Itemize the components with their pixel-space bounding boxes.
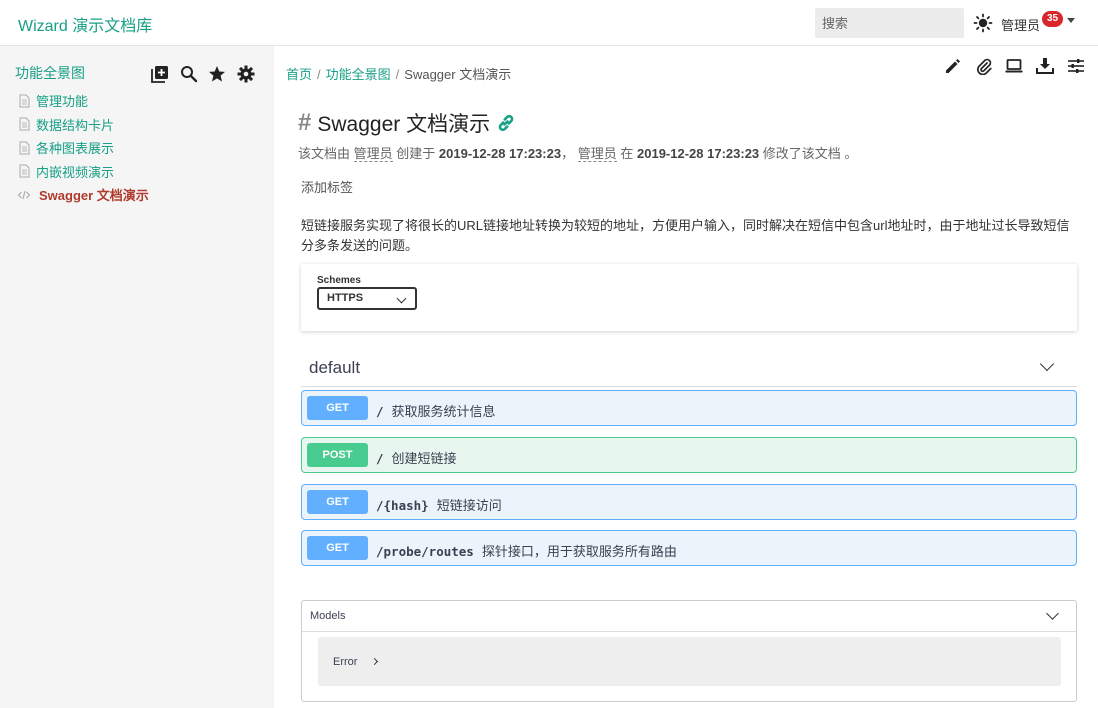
breadcrumb: 首页 / 功能全景图 / Swagger 文档演示: [286, 64, 511, 83]
breadcrumb-separator: /: [395, 67, 400, 82]
top-bar: Wizard 演示文档库 管理员 35: [0, 0, 1098, 46]
brand-title[interactable]: Wizard 演示文档库: [18, 12, 152, 36]
operation-get-root[interactable]: GET / 获取服务统计信息: [301, 390, 1077, 426]
creator-link[interactable]: 管理员: [353, 146, 393, 162]
present-icon[interactable]: [1005, 57, 1023, 75]
meta-text: 该文档由: [298, 146, 351, 161]
document-title: # Swagger 文档演示: [298, 108, 516, 138]
document-icon: [19, 141, 30, 155]
attachment-icon[interactable]: [975, 57, 993, 75]
search-icon[interactable]: [180, 65, 198, 83]
settings-sliders-icon[interactable]: [1067, 57, 1085, 75]
path-text: /{hash}: [376, 498, 429, 513]
meta-text: 修改了该文档 。: [762, 146, 858, 161]
breadcrumb-separator: /: [317, 67, 321, 82]
search-input[interactable]: [815, 8, 964, 38]
created-time: 2019-12-28 17:23:23: [438, 146, 562, 161]
path-text: /: [376, 451, 384, 466]
main-content: 首页 / 功能全景图 / Swagger 文档演示 # Swagger 文档演示: [274, 46, 1098, 708]
operation-get-probe-routes[interactable]: GET /probe/routes 探针接口，用于获取服务所有路由: [301, 530, 1077, 566]
user-dropdown-caret-icon[interactable]: [1067, 18, 1075, 23]
schemes-panel: Schemes HTTPS: [301, 264, 1077, 331]
operation-post-root[interactable]: POST / 创建短链接: [301, 437, 1077, 473]
path-text: /probe/routes: [376, 544, 474, 559]
sidebar-item-label: 数据结构卡片: [36, 117, 115, 133]
operation-summary: 探针接口，用于获取服务所有路由: [481, 544, 677, 559]
document-icon: [19, 117, 30, 131]
chevron-down-icon[interactable]: [1039, 356, 1055, 372]
method-badge: GET: [307, 396, 368, 420]
operation-path: /{hash} 短链接访问: [376, 495, 502, 514]
operation-summary: 创建短链接: [391, 451, 457, 466]
operation-summary: 获取服务统计信息: [391, 404, 496, 419]
method-badge: POST: [307, 443, 368, 467]
operation-tag-header[interactable]: default: [301, 349, 1077, 387]
add-tag-link[interactable]: 添加标签: [301, 177, 353, 196]
path-text: /: [376, 404, 384, 419]
heading-hash: #: [298, 109, 312, 136]
add-page-icon[interactable]: [151, 65, 169, 83]
sidebar-item-label: 内嵌视频演示: [36, 164, 115, 180]
sidebar-title[interactable]: 功能全景图: [15, 63, 85, 83]
user-menu[interactable]: 管理员: [1001, 15, 1040, 34]
sidebar: 功能全景图 管理功能 数据结构卡片 各种图表展示 内嵌视频演示 Swagger …: [0, 46, 274, 708]
sidebar-item-label: Swagger 文档演示: [39, 188, 149, 204]
tag-name: default: [309, 358, 361, 377]
document-icon: [19, 164, 30, 178]
chevron-right-icon[interactable]: [370, 657, 379, 666]
method-badge: GET: [307, 536, 368, 560]
sidebar-item-label: 管理功能: [36, 94, 89, 110]
gear-icon[interactable]: [237, 65, 255, 83]
models-header[interactable]: Models: [302, 601, 1076, 632]
breadcrumb-current: Swagger 文档演示: [404, 67, 512, 82]
document-description: 短链接服务实现了将很长的URL链接地址转换为较短的地址，方便用户输入，同时解决在…: [301, 218, 1070, 253]
schemes-selected-value: HTTPS: [327, 292, 364, 304]
modifier-link[interactable]: 管理员: [577, 146, 617, 162]
edit-icon[interactable]: [944, 57, 962, 75]
document-meta: 该文档由 管理员 创建于 2019-12-28 17:23:23， 管理员 在 …: [298, 143, 857, 162]
sidebar-item-video[interactable]: 内嵌视频演示: [17, 160, 149, 184]
models-section: Models Error: [301, 600, 1077, 702]
code-icon: [17, 190, 31, 199]
model-item-error[interactable]: Error: [318, 637, 1061, 686]
operation-path: / 获取服务统计信息: [376, 401, 496, 420]
operation-summary: 短链接访问: [436, 498, 502, 513]
download-icon[interactable]: [1036, 57, 1054, 75]
chevron-down-icon: [396, 293, 407, 304]
schemes-label: Schemes: [317, 275, 361, 286]
breadcrumb-parent[interactable]: 功能全景图: [326, 67, 391, 82]
method-badge: GET: [307, 490, 368, 514]
meta-text: ，: [561, 146, 575, 161]
document-title-text: Swagger 文档演示: [317, 113, 491, 136]
chevron-down-icon[interactable]: [1046, 607, 1059, 620]
document-icon: [19, 94, 30, 108]
operation-get-hash[interactable]: GET /{hash} 短链接访问: [301, 484, 1077, 520]
sidebar-item-manage[interactable]: 管理功能: [17, 89, 149, 113]
modified-time: 2019-12-28 17:23:23: [637, 146, 760, 161]
sidebar-item-charts[interactable]: 各种图表展示: [17, 136, 149, 160]
star-icon[interactable]: [208, 65, 226, 83]
theme-toggle-icon[interactable]: [973, 13, 993, 33]
sidebar-item-label: 各种图表展示: [36, 141, 115, 157]
breadcrumb-home[interactable]: 首页: [286, 67, 312, 82]
sidebar-doc-list: 管理功能 数据结构卡片 各种图表展示 内嵌视频演示 Swagger 文档演示: [17, 89, 149, 207]
meta-text: 创建于: [396, 146, 436, 161]
operation-path: / 创建短链接: [376, 448, 457, 467]
operation-path: /probe/routes 探针接口，用于获取服务所有路由: [376, 541, 677, 560]
sidebar-item-swagger[interactable]: Swagger 文档演示: [17, 183, 149, 207]
meta-text: 在: [620, 146, 634, 161]
models-title: Models: [310, 610, 346, 622]
sidebar-item-data-cards[interactable]: 数据结构卡片: [17, 113, 149, 137]
notification-badge[interactable]: 35: [1042, 11, 1064, 27]
link-icon[interactable]: [496, 113, 516, 133]
model-name: Error: [333, 656, 358, 668]
schemes-select[interactable]: HTTPS: [317, 287, 417, 310]
